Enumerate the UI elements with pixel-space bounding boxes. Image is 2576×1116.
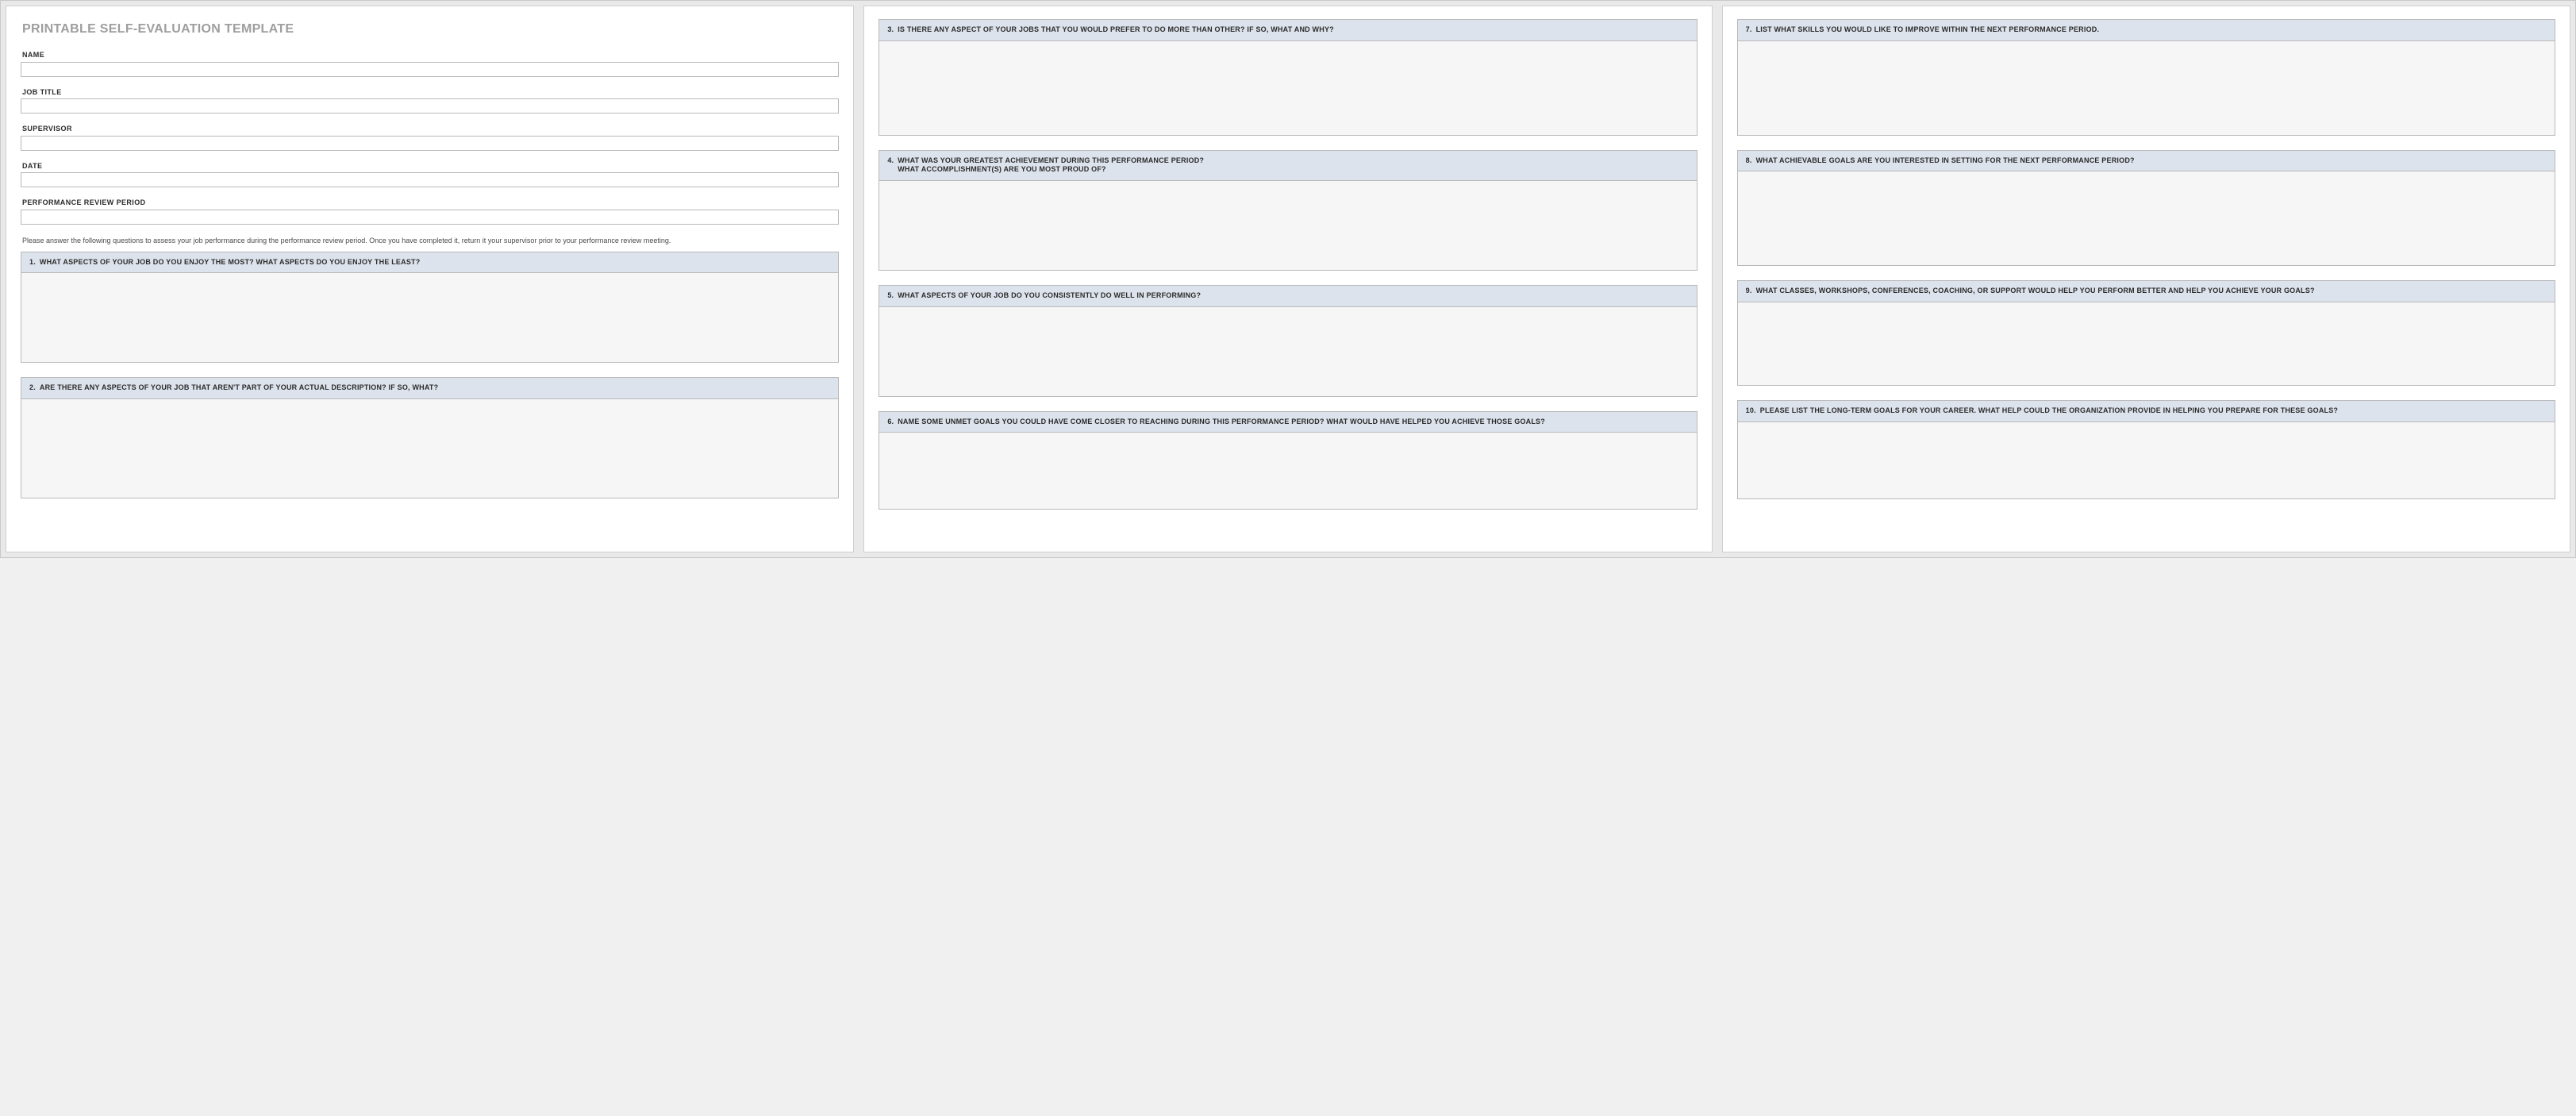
field-date-input[interactable]	[21, 172, 839, 187]
question-4-number: 4.	[887, 156, 894, 175]
question-5-text: WHAT ASPECTS OF YOUR JOB DO YOU CONSISTE…	[898, 291, 1688, 301]
question-2-number: 2.	[29, 383, 36, 393]
question-3-text: IS THERE ANY ASPECT OF YOUR JOBS THAT YO…	[898, 25, 1688, 35]
question-4-header: 4. WHAT WAS YOUR GREATEST ACHIEVEMENT DU…	[879, 151, 1696, 181]
question-4: 4. WHAT WAS YOUR GREATEST ACHIEVEMENT DU…	[879, 150, 1697, 271]
spacer	[21, 363, 839, 371]
field-name-input[interactable]	[21, 62, 839, 77]
page-3: 7. LIST WHAT SKILLS YOU WOULD LIKE TO IM…	[1722, 6, 2570, 552]
question-8-header: 8. WHAT ACHIEVABLE GOALS ARE YOU INTERES…	[1738, 151, 2555, 172]
question-5-body	[879, 307, 1696, 396]
spacer	[1737, 136, 2555, 144]
question-4-answer[interactable]	[879, 181, 1696, 270]
question-8-answer[interactable]	[1738, 171, 2555, 265]
question-3: 3. IS THERE ANY ASPECT OF YOUR JOBS THAT…	[879, 19, 1697, 136]
spacer	[879, 397, 1697, 405]
question-6: 6. NAME SOME UNMET GOALS YOU COULD HAVE …	[879, 411, 1697, 510]
question-10-answer[interactable]	[1738, 422, 2555, 498]
question-3-header: 3. IS THERE ANY ASPECT OF YOUR JOBS THAT…	[879, 20, 1696, 41]
document-title: PRINTABLE SELF-EVALUATION TEMPLATE	[22, 22, 839, 37]
question-5-header: 5. WHAT ASPECTS OF YOUR JOB DO YOU CONSI…	[879, 286, 1696, 307]
field-supervisor-label: SUPERVISOR	[22, 125, 839, 133]
question-6-header: 6. NAME SOME UNMET GOALS YOU COULD HAVE …	[879, 412, 1696, 433]
question-10-header: 10. PLEASE LIST THE LONG-TERM GOALS FOR …	[1738, 401, 2555, 422]
question-3-number: 3.	[887, 25, 894, 35]
question-3-body	[879, 41, 1696, 135]
question-10: 10. PLEASE LIST THE LONG-TERM GOALS FOR …	[1737, 400, 2555, 499]
question-8: 8. WHAT ACHIEVABLE GOALS ARE YOU INTERES…	[1737, 150, 2555, 267]
question-9-answer[interactable]	[1738, 302, 2555, 385]
question-6-body	[879, 433, 1696, 509]
question-6-number: 6.	[887, 418, 894, 427]
question-4-text: WHAT WAS YOUR GREATEST ACHIEVEMENT DURIN…	[898, 156, 1688, 175]
field-date-label: DATE	[22, 162, 839, 170]
question-1-answer[interactable]	[21, 273, 838, 362]
field-review-period: PERFORMANCE REVIEW PERIOD	[21, 198, 839, 225]
field-name: NAME	[21, 51, 839, 77]
field-job-title: JOB TITLE	[21, 88, 839, 114]
question-1: 1. WHAT ASPECTS OF YOUR JOB DO YOU ENJOY…	[21, 252, 839, 364]
question-2-answer[interactable]	[21, 399, 838, 498]
question-7-text: LIST WHAT SKILLS YOU WOULD LIKE TO IMPRO…	[1756, 25, 2547, 35]
spacer	[1737, 266, 2555, 274]
question-6-text: NAME SOME UNMET GOALS YOU COULD HAVE COM…	[898, 418, 1688, 427]
question-9-number: 9.	[1746, 287, 1752, 296]
question-2-text: ARE THERE ANY ASPECTS OF YOUR JOB THAT A…	[40, 383, 830, 393]
instructions-text: Please answer the following questions to…	[22, 236, 837, 245]
question-6-answer[interactable]	[879, 433, 1696, 509]
spacer	[879, 271, 1697, 279]
field-review-period-input[interactable]	[21, 210, 839, 225]
question-10-number: 10.	[1746, 406, 1756, 416]
field-name-label: NAME	[22, 51, 839, 59]
question-10-body	[1738, 422, 2555, 498]
question-3-answer[interactable]	[879, 41, 1696, 135]
page-2: 3. IS THERE ANY ASPECT OF YOUR JOBS THAT…	[863, 6, 1712, 552]
question-5-number: 5.	[887, 291, 894, 301]
question-2-header: 2. ARE THERE ANY ASPECTS OF YOUR JOB THA…	[21, 378, 838, 399]
question-7-answer[interactable]	[1738, 41, 2555, 135]
question-8-number: 8.	[1746, 156, 1752, 166]
question-9-header: 9. WHAT CLASSES, WORKSHOPS, CONFERENCES,…	[1738, 281, 2555, 302]
question-5: 5. WHAT ASPECTS OF YOUR JOB DO YOU CONSI…	[879, 285, 1697, 397]
field-job-title-label: JOB TITLE	[22, 88, 839, 96]
field-review-period-label: PERFORMANCE REVIEW PERIOD	[22, 198, 839, 206]
spacer	[1737, 386, 2555, 394]
field-date: DATE	[21, 162, 839, 188]
spacer	[879, 136, 1697, 144]
question-9: 9. WHAT CLASSES, WORKSHOPS, CONFERENCES,…	[1737, 280, 2555, 386]
page-1: PRINTABLE SELF-EVALUATION TEMPLATE NAME …	[6, 6, 854, 552]
field-job-title-input[interactable]	[21, 98, 839, 114]
question-2-body	[21, 399, 838, 498]
question-10-text: PLEASE LIST THE LONG-TERM GOALS FOR YOUR…	[1760, 406, 2547, 416]
question-9-text: WHAT CLASSES, WORKSHOPS, CONFERENCES, CO…	[1756, 287, 2547, 296]
question-2: 2. ARE THERE ANY ASPECTS OF YOUR JOB THA…	[21, 377, 839, 498]
question-1-header: 1. WHAT ASPECTS OF YOUR JOB DO YOU ENJOY…	[21, 252, 838, 274]
question-7-number: 7.	[1746, 25, 1752, 35]
question-1-body	[21, 273, 838, 362]
question-7-body	[1738, 41, 2555, 135]
question-8-text: WHAT ACHIEVABLE GOALS ARE YOU INTERESTED…	[1756, 156, 2547, 166]
question-1-text: WHAT ASPECTS OF YOUR JOB DO YOU ENJOY TH…	[40, 258, 830, 267]
question-7: 7. LIST WHAT SKILLS YOU WOULD LIKE TO IM…	[1737, 19, 2555, 136]
question-8-body	[1738, 171, 2555, 265]
question-7-header: 7. LIST WHAT SKILLS YOU WOULD LIKE TO IM…	[1738, 20, 2555, 41]
question-1-number: 1.	[29, 258, 36, 267]
question-4-body	[879, 181, 1696, 270]
question-9-body	[1738, 302, 2555, 385]
field-supervisor-input[interactable]	[21, 136, 839, 151]
question-5-answer[interactable]	[879, 307, 1696, 396]
field-supervisor: SUPERVISOR	[21, 125, 839, 151]
document-viewport: PRINTABLE SELF-EVALUATION TEMPLATE NAME …	[0, 0, 2576, 558]
